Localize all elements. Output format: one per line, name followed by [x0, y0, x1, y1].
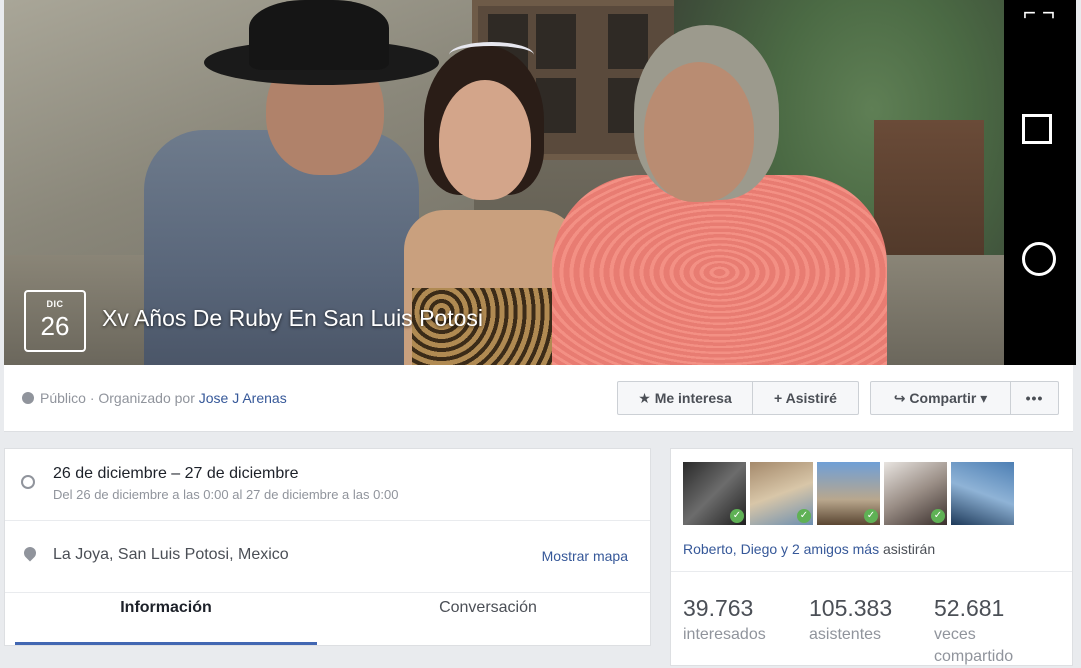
date-detail: Del 26 de diciembre a las 0:00 al 27 de …	[53, 487, 399, 502]
tab-information[interactable]: Información	[15, 599, 317, 617]
woman-face	[644, 62, 754, 202]
girl-face	[439, 80, 531, 200]
share-button[interactable]: ↪ Compartir ▾	[870, 381, 1011, 415]
woman-shawl	[552, 175, 887, 365]
event-action-bar: Público · Organizado por Jose J Arenas ★…	[4, 365, 1073, 432]
location-text: La Joya, San Luis Potosi, Mexico	[53, 546, 289, 563]
cowboy-hat-crown	[249, 0, 389, 70]
friend-avatar[interactable]	[951, 462, 1014, 525]
location-pin-icon	[21, 544, 39, 562]
check-icon: ✓	[931, 509, 945, 523]
date-month: DIC	[46, 299, 64, 309]
date-range: 26 de diciembre – 27 de diciembre	[53, 465, 299, 482]
location-row: La Joya, San Luis Potosi, Mexico Mostrar…	[5, 520, 650, 593]
cover-photo[interactable]: DIC 26 Xv Años De Ruby En San Luis Potos…	[4, 0, 1004, 365]
home-icon[interactable]	[1022, 242, 1056, 276]
privacy-label: Público	[40, 390, 86, 406]
recents-icon[interactable]	[1022, 114, 1052, 144]
tab-conversation[interactable]: Conversación	[337, 599, 639, 617]
tiara	[449, 42, 534, 68]
active-tab-indicator	[15, 642, 317, 645]
more-options-button[interactable]: •••	[1010, 381, 1059, 415]
event-details-card: 26 de diciembre – 27 de diciembre Del 26…	[4, 448, 651, 646]
stat-label: asistentes	[809, 626, 882, 643]
friends-going-text: Roberto, Diego y 2 amigos más asistirán	[683, 541, 935, 557]
friend-avatar[interactable]: ✓	[817, 462, 880, 525]
stat-interested[interactable]: 39.763 interesados	[683, 595, 766, 646]
date-row: 26 de diciembre – 27 de diciembre Del 26…	[5, 449, 650, 521]
stat-value: 52.681	[934, 595, 1005, 621]
stat-label: veces compartido	[934, 626, 1014, 665]
check-icon: ✓	[797, 509, 811, 523]
clock-icon	[21, 475, 35, 489]
check-icon: ✓	[864, 509, 878, 523]
friend-avatar[interactable]: ✓	[750, 462, 813, 525]
event-title: Xv Años De Ruby En San Luis Potosi	[102, 305, 483, 331]
stat-shared[interactable]: 52.681 veces compartido	[934, 595, 1044, 668]
globe-icon	[22, 392, 34, 404]
divider	[671, 571, 1072, 572]
organized-by-label: · Organizado por	[89, 390, 195, 406]
friend-avatar[interactable]: ✓	[683, 462, 746, 525]
organizer-link[interactable]: Jose J Arenas	[199, 390, 287, 406]
stat-value: 39.763	[683, 595, 754, 621]
friends-going-link[interactable]: Roberto, Diego y 2 amigos más	[683, 541, 879, 557]
interested-button[interactable]: ★ Me interesa	[617, 381, 753, 415]
event-date-badge: DIC 26	[24, 290, 86, 352]
attendees-card: ✓ ✓ ✓ ✓ Roberto, Diego y 2 amigos más as…	[670, 448, 1073, 666]
system-nav-bar: ⌐ ¬	[1004, 0, 1076, 365]
show-map-link[interactable]: Mostrar mapa	[542, 548, 628, 564]
friends-going-suffix: asistirán	[879, 541, 936, 557]
stat-going[interactable]: 105.383 asistentes	[809, 595, 892, 646]
stat-value: 105.383	[809, 595, 893, 621]
check-icon: ✓	[730, 509, 744, 523]
date-day: 26	[40, 311, 70, 341]
exit-fullscreen-icon[interactable]: ⌐ ¬	[1022, 2, 1056, 24]
going-button[interactable]: + Asistiré	[752, 381, 859, 415]
friend-avatar[interactable]: ✓	[884, 462, 947, 525]
stat-label: interesados	[683, 626, 766, 643]
privacy-line: Público · Organizado por Jose J Arenas	[22, 390, 287, 406]
